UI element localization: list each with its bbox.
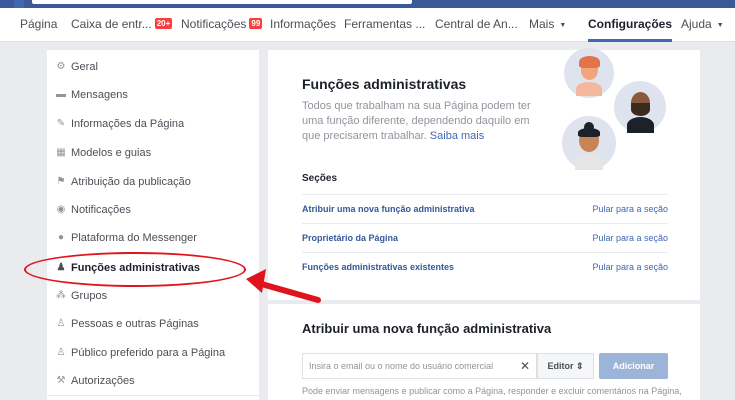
sections-heading: Seções bbox=[302, 173, 338, 184]
wrench-icon: ⚒ bbox=[56, 375, 66, 386]
pencil-icon: ✎ bbox=[56, 118, 66, 129]
assign-role-title: Atribuir uma nova função administrativa bbox=[302, 321, 552, 336]
sidebar-item-people-pages[interactable]: ♙ Pessoas e outras Páginas bbox=[47, 310, 259, 338]
sidebar-item-post-attribution[interactable]: ⚑ Atribuição da publicação bbox=[47, 168, 259, 196]
section-row: Funções administrativas existentes Pular… bbox=[302, 252, 668, 281]
section-row: Atribuir uma nova função administrativa … bbox=[302, 194, 668, 223]
search-input[interactable] bbox=[32, 0, 412, 4]
nav-tab-settings[interactable]: Configurações bbox=[588, 8, 673, 42]
notifications-badge: 99 bbox=[249, 18, 263, 29]
nav-tab-tools[interactable]: Ferramentas ... bbox=[344, 8, 425, 42]
nav-tab-inbox[interactable]: Caixa de entr... 20+ bbox=[71, 8, 173, 42]
page-roles-card: Funções administrativas Todos que trabal… bbox=[268, 48, 700, 300]
avatar-woman-icon bbox=[564, 48, 614, 98]
page-title: Funções administrativas bbox=[302, 76, 467, 92]
jump-to-section-link[interactable]: Pular para a seção bbox=[592, 224, 668, 253]
role-select[interactable]: Editor ⇕ bbox=[537, 353, 594, 379]
nav-tab-notifications[interactable]: Notificações 99 bbox=[181, 8, 263, 42]
nav-tab-page[interactable]: Página bbox=[20, 8, 57, 42]
learn-more-link[interactable]: Saiba mais bbox=[430, 130, 484, 142]
settings-sidebar: ⚙ Geral ▬ Mensagens ✎ Informações da Página… bbox=[47, 50, 259, 400]
sidebar-item-messenger-platform[interactable]: ● Plataforma do Messenger bbox=[47, 224, 259, 252]
gear-icon: ⚙ bbox=[56, 61, 66, 72]
nav-tab-more[interactable]: Mais ▼ bbox=[529, 8, 566, 42]
sidebar-item-messages[interactable]: ▬ Mensagens bbox=[47, 81, 259, 109]
close-icon[interactable]: ✕ bbox=[520, 354, 530, 378]
annotation-arrow-icon bbox=[246, 269, 321, 303]
group-icon: ⁂ bbox=[56, 290, 66, 301]
grid-icon: ▦ bbox=[56, 147, 66, 158]
assign-role-card: Atribuir uma nova função administrativa … bbox=[268, 304, 700, 400]
messenger-icon: ● bbox=[57, 232, 65, 243]
role-hint-text: Pode enviar mensagens e publicar como a … bbox=[302, 386, 682, 396]
section-row: Proprietário da Página Pular para a seçã… bbox=[302, 223, 668, 252]
logo-icon[interactable] bbox=[14, 0, 24, 8]
annotation-ellipse bbox=[24, 252, 246, 287]
person-plus-icon: ♙ bbox=[56, 347, 66, 358]
caret-down-icon: ▼ bbox=[716, 22, 724, 29]
sidebar-item-page-info[interactable]: ✎ Informações da Página bbox=[47, 110, 259, 138]
sidebar-item-notifications[interactable]: ◉ Notificações bbox=[47, 196, 259, 224]
user-search-placeholder: Insira o email ou o nome do usuário come… bbox=[309, 361, 494, 371]
avatar-woman-bun-icon bbox=[562, 116, 616, 170]
caret-down-icon: ▼ bbox=[559, 22, 567, 29]
jump-to-section-link[interactable]: Pular para a seção bbox=[592, 253, 668, 282]
globe-icon: ◉ bbox=[56, 204, 66, 215]
section-link-assign-role[interactable]: Atribuir uma nova função administrativa bbox=[302, 195, 475, 224]
sidebar-item-authorizations[interactable]: ⚒ Autorizações bbox=[47, 367, 259, 395]
sidebar-item-preferred-audience[interactable]: ♙ Público preferido para a Página bbox=[47, 339, 259, 367]
user-search-input[interactable]: Insira o email ou o nome do usuário come… bbox=[302, 353, 537, 379]
avatar-bearded-man-icon bbox=[614, 81, 666, 133]
sort-caret-icon: ⇕ bbox=[575, 361, 584, 371]
sidebar-item-templates[interactable]: ▦ Modelos e guias bbox=[47, 139, 259, 167]
sidebar-divider bbox=[47, 395, 259, 396]
nav-tab-insights[interactable]: Informações bbox=[270, 8, 336, 42]
message-icon: ▬ bbox=[56, 89, 66, 100]
page-nav: Página Caixa de entr... 20+ Notificações 9… bbox=[0, 8, 735, 42]
add-button[interactable]: Adicionar bbox=[599, 353, 668, 379]
flag-icon: ⚑ bbox=[56, 176, 66, 187]
section-link-page-owner[interactable]: Proprietário da Página bbox=[302, 224, 398, 253]
nav-tab-help[interactable]: Ajuda ▼ bbox=[681, 8, 724, 42]
section-link-existing-roles[interactable]: Funções administrativas existentes bbox=[302, 253, 454, 282]
nav-tab-ads-center[interactable]: Central de An... bbox=[435, 8, 518, 42]
page-roles-description: Todos que trabalham na sua Página podem … bbox=[302, 100, 531, 142]
inbox-badge: 20+ bbox=[154, 18, 173, 29]
sidebar-item-general[interactable]: ⚙ Geral bbox=[47, 53, 259, 81]
jump-to-section-link[interactable]: Pular para a seção bbox=[592, 195, 668, 224]
top-bar bbox=[0, 0, 735, 8]
person-plus-icon: ♙ bbox=[56, 318, 66, 329]
